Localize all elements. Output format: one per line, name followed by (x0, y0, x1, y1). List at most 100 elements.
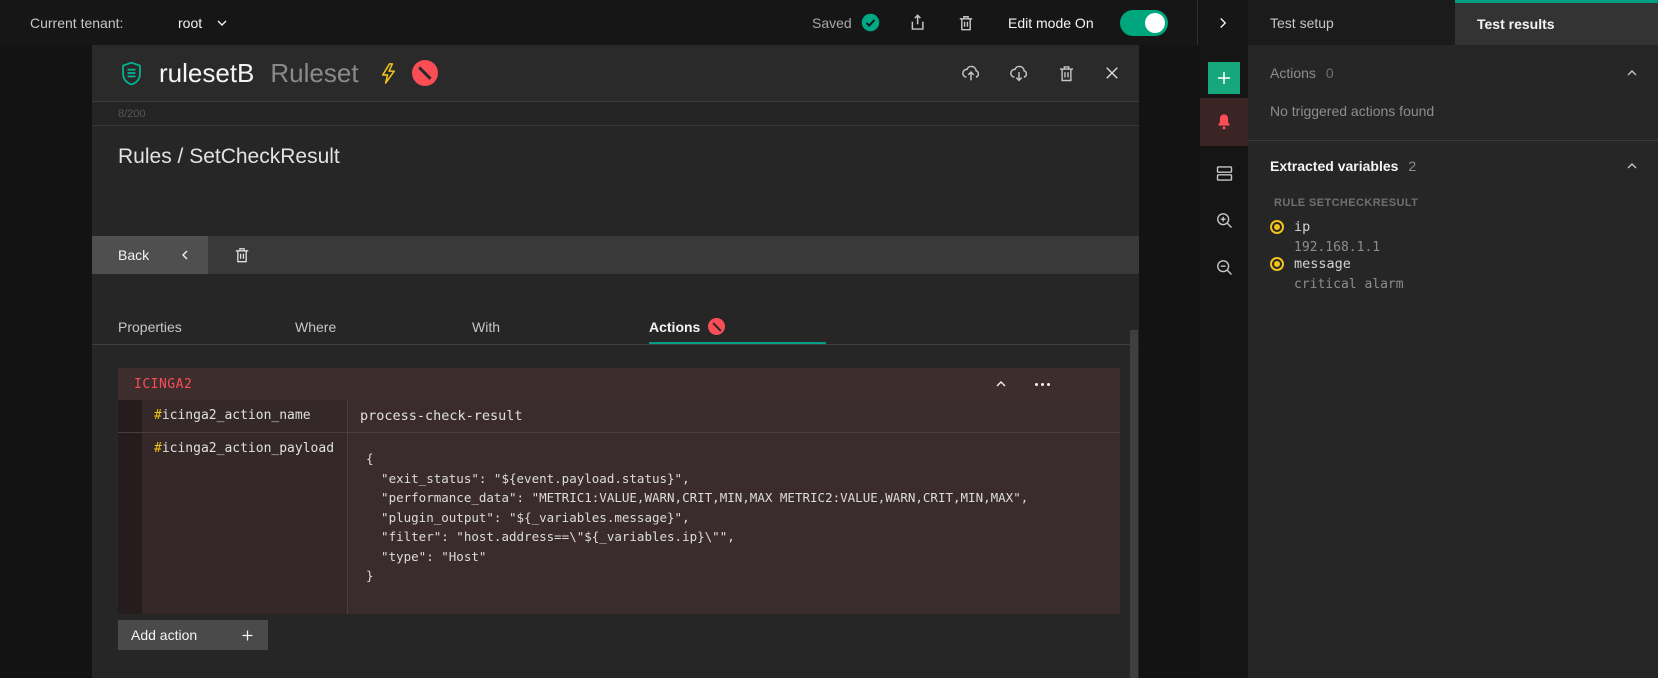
action-payload-key: #icinga2_action_payload (142, 433, 348, 614)
tab-actions[interactable]: Actions (649, 307, 826, 345)
action-name-key: #icinga2_action_name (142, 400, 348, 432)
tab-with-label: With (472, 319, 500, 335)
tab-properties[interactable]: Properties (118, 307, 295, 345)
back-button[interactable]: Back (92, 236, 208, 274)
tab-properties-label: Properties (118, 319, 182, 335)
ruleset-shield-icon (118, 60, 145, 87)
blocked-status-icon (412, 60, 438, 86)
chevron-down-icon[interactable] (214, 0, 230, 45)
variables-count: 2 (1408, 158, 1416, 174)
bell-icon (1214, 112, 1234, 132)
ruleset-editor-panel: rulesetB Ruleset (92, 45, 1139, 678)
edit-mode-label: Edit mode On (1008, 0, 1094, 45)
upload-cloud-icon[interactable] (960, 62, 982, 84)
variables-collapse-chevron-up-icon[interactable] (1624, 158, 1640, 174)
download-cloud-icon[interactable] (1008, 62, 1030, 84)
actions-collapse-chevron-up-icon[interactable] (1624, 65, 1640, 81)
action-payload-value[interactable]: { "exit_status": "${event.payload.status… (348, 433, 1120, 614)
tab-where[interactable]: Where (295, 307, 472, 345)
action-name-row: #icinga2_action_name process-check-resul… (118, 400, 1120, 433)
test-tools-strip (1200, 45, 1248, 678)
ruleset-name-input[interactable]: rulesetB (159, 58, 254, 89)
zoom-out-button[interactable] (1200, 257, 1248, 278)
delete-ruleset-trash-icon[interactable] (1056, 63, 1077, 84)
key-name-text: icinga2_action_payload (162, 441, 334, 456)
collapse-panel-chevron-right-icon[interactable] (1206, 0, 1240, 45)
delete-rule-trash-icon[interactable] (232, 245, 252, 265)
back-button-label: Back (118, 247, 149, 263)
lightning-bolt-icon (377, 62, 400, 85)
add-action-label: Add action (131, 627, 197, 643)
zoom-out-icon (1214, 257, 1235, 278)
rule-group-label: RULE SETCHECKRESULT (1274, 197, 1418, 209)
trash-icon[interactable] (956, 0, 976, 45)
plus-icon (1215, 69, 1233, 87)
key-hash-prefix: # (154, 408, 162, 423)
variable-row-message: message (1270, 256, 1351, 272)
name-input-footer: 8/200 (92, 103, 1139, 126)
action-card-header: ICINGA2 (118, 368, 1120, 400)
no-actions-message: No triggered actions found (1270, 103, 1434, 119)
top-bar: Current tenant: root Saved Edit mode On … (0, 0, 1658, 45)
actions-count: 0 (1326, 65, 1334, 81)
tab-test-setup-label: Test setup (1270, 15, 1334, 31)
event-list-button[interactable] (1200, 163, 1248, 184)
zoom-in-button[interactable] (1200, 210, 1248, 231)
variable-dot-icon (1270, 257, 1284, 271)
ruleset-header: rulesetB Ruleset (92, 45, 1139, 102)
zoom-in-icon (1214, 210, 1235, 231)
char-counter: 8/200 (118, 108, 146, 120)
actions-section-title: Actions (1270, 65, 1316, 81)
variable-value: 192.168.1.1 (1294, 240, 1380, 255)
tab-actions-label: Actions (649, 319, 700, 335)
icinga2-action-card: ICINGA2 #icinga2_action_name process-che… (118, 368, 1120, 614)
breadcrumb-rule-title: Rules / SetCheckResult (118, 145, 340, 169)
action-payload-row: #icinga2_action_payload { "exit_status":… (118, 433, 1120, 614)
rows-icon (1214, 163, 1235, 184)
tab-test-results[interactable]: Test results (1455, 0, 1658, 45)
tab-actions-error-icon (708, 318, 725, 335)
tab-test-setup[interactable]: Test setup (1248, 0, 1455, 45)
variables-section-header[interactable]: Extracted variables 2 (1270, 158, 1416, 174)
variables-section-title: Extracted variables (1270, 158, 1398, 174)
edit-mode-toggle[interactable] (1120, 0, 1168, 45)
toggle-knob (1145, 13, 1165, 33)
tab-test-results-label: Test results (1477, 16, 1555, 32)
variable-name: message (1294, 256, 1351, 272)
tabs-divider (92, 344, 1139, 345)
saved-check-icon (860, 0, 881, 45)
rule-tabs: Properties Where With Actions (118, 307, 826, 345)
tenant-dropdown-value[interactable]: root (178, 0, 202, 45)
variable-row-ip: ip (1270, 219, 1310, 235)
variable-dot-icon (1270, 220, 1284, 234)
row-gutter (118, 433, 142, 614)
key-name-text: icinga2_action_name (162, 408, 311, 423)
tab-where-label: Where (295, 319, 336, 335)
payload-json-text[interactable]: { "exit_status": "${event.payload.status… (360, 441, 1120, 596)
saved-status-label: Saved (812, 0, 852, 45)
vertical-scrollbar[interactable] (1130, 330, 1138, 678)
topbar-divider (1197, 0, 1198, 45)
chevron-left-icon (177, 247, 193, 263)
row-gutter (118, 400, 142, 432)
action-card-title: ICINGA2 (134, 377, 192, 392)
current-tenant-label: Current tenant: (30, 0, 123, 45)
plus-icon (240, 628, 255, 643)
variable-name: ip (1294, 219, 1310, 235)
close-icon[interactable] (1103, 64, 1121, 82)
toggle-track[interactable] (1120, 10, 1168, 36)
test-results-panel: Actions 0 No triggered actions found Ext… (1248, 45, 1658, 678)
export-icon[interactable] (908, 0, 929, 45)
variable-value: critical alarm (1294, 277, 1404, 292)
section-divider (1248, 140, 1658, 141)
tab-with[interactable]: With (472, 307, 649, 345)
alerts-button[interactable] (1200, 98, 1248, 146)
add-action-button[interactable]: Add action (118, 620, 268, 650)
key-hash-prefix: # (154, 441, 162, 456)
rule-toolbar: Back (92, 236, 1139, 274)
overflow-menu-icon[interactable] (1035, 383, 1050, 386)
actions-section-header[interactable]: Actions 0 (1270, 65, 1334, 81)
collapse-card-chevron-up-icon[interactable] (993, 376, 1009, 392)
add-test-event-button[interactable] (1208, 62, 1240, 94)
action-name-value[interactable]: process-check-result (348, 400, 1120, 432)
